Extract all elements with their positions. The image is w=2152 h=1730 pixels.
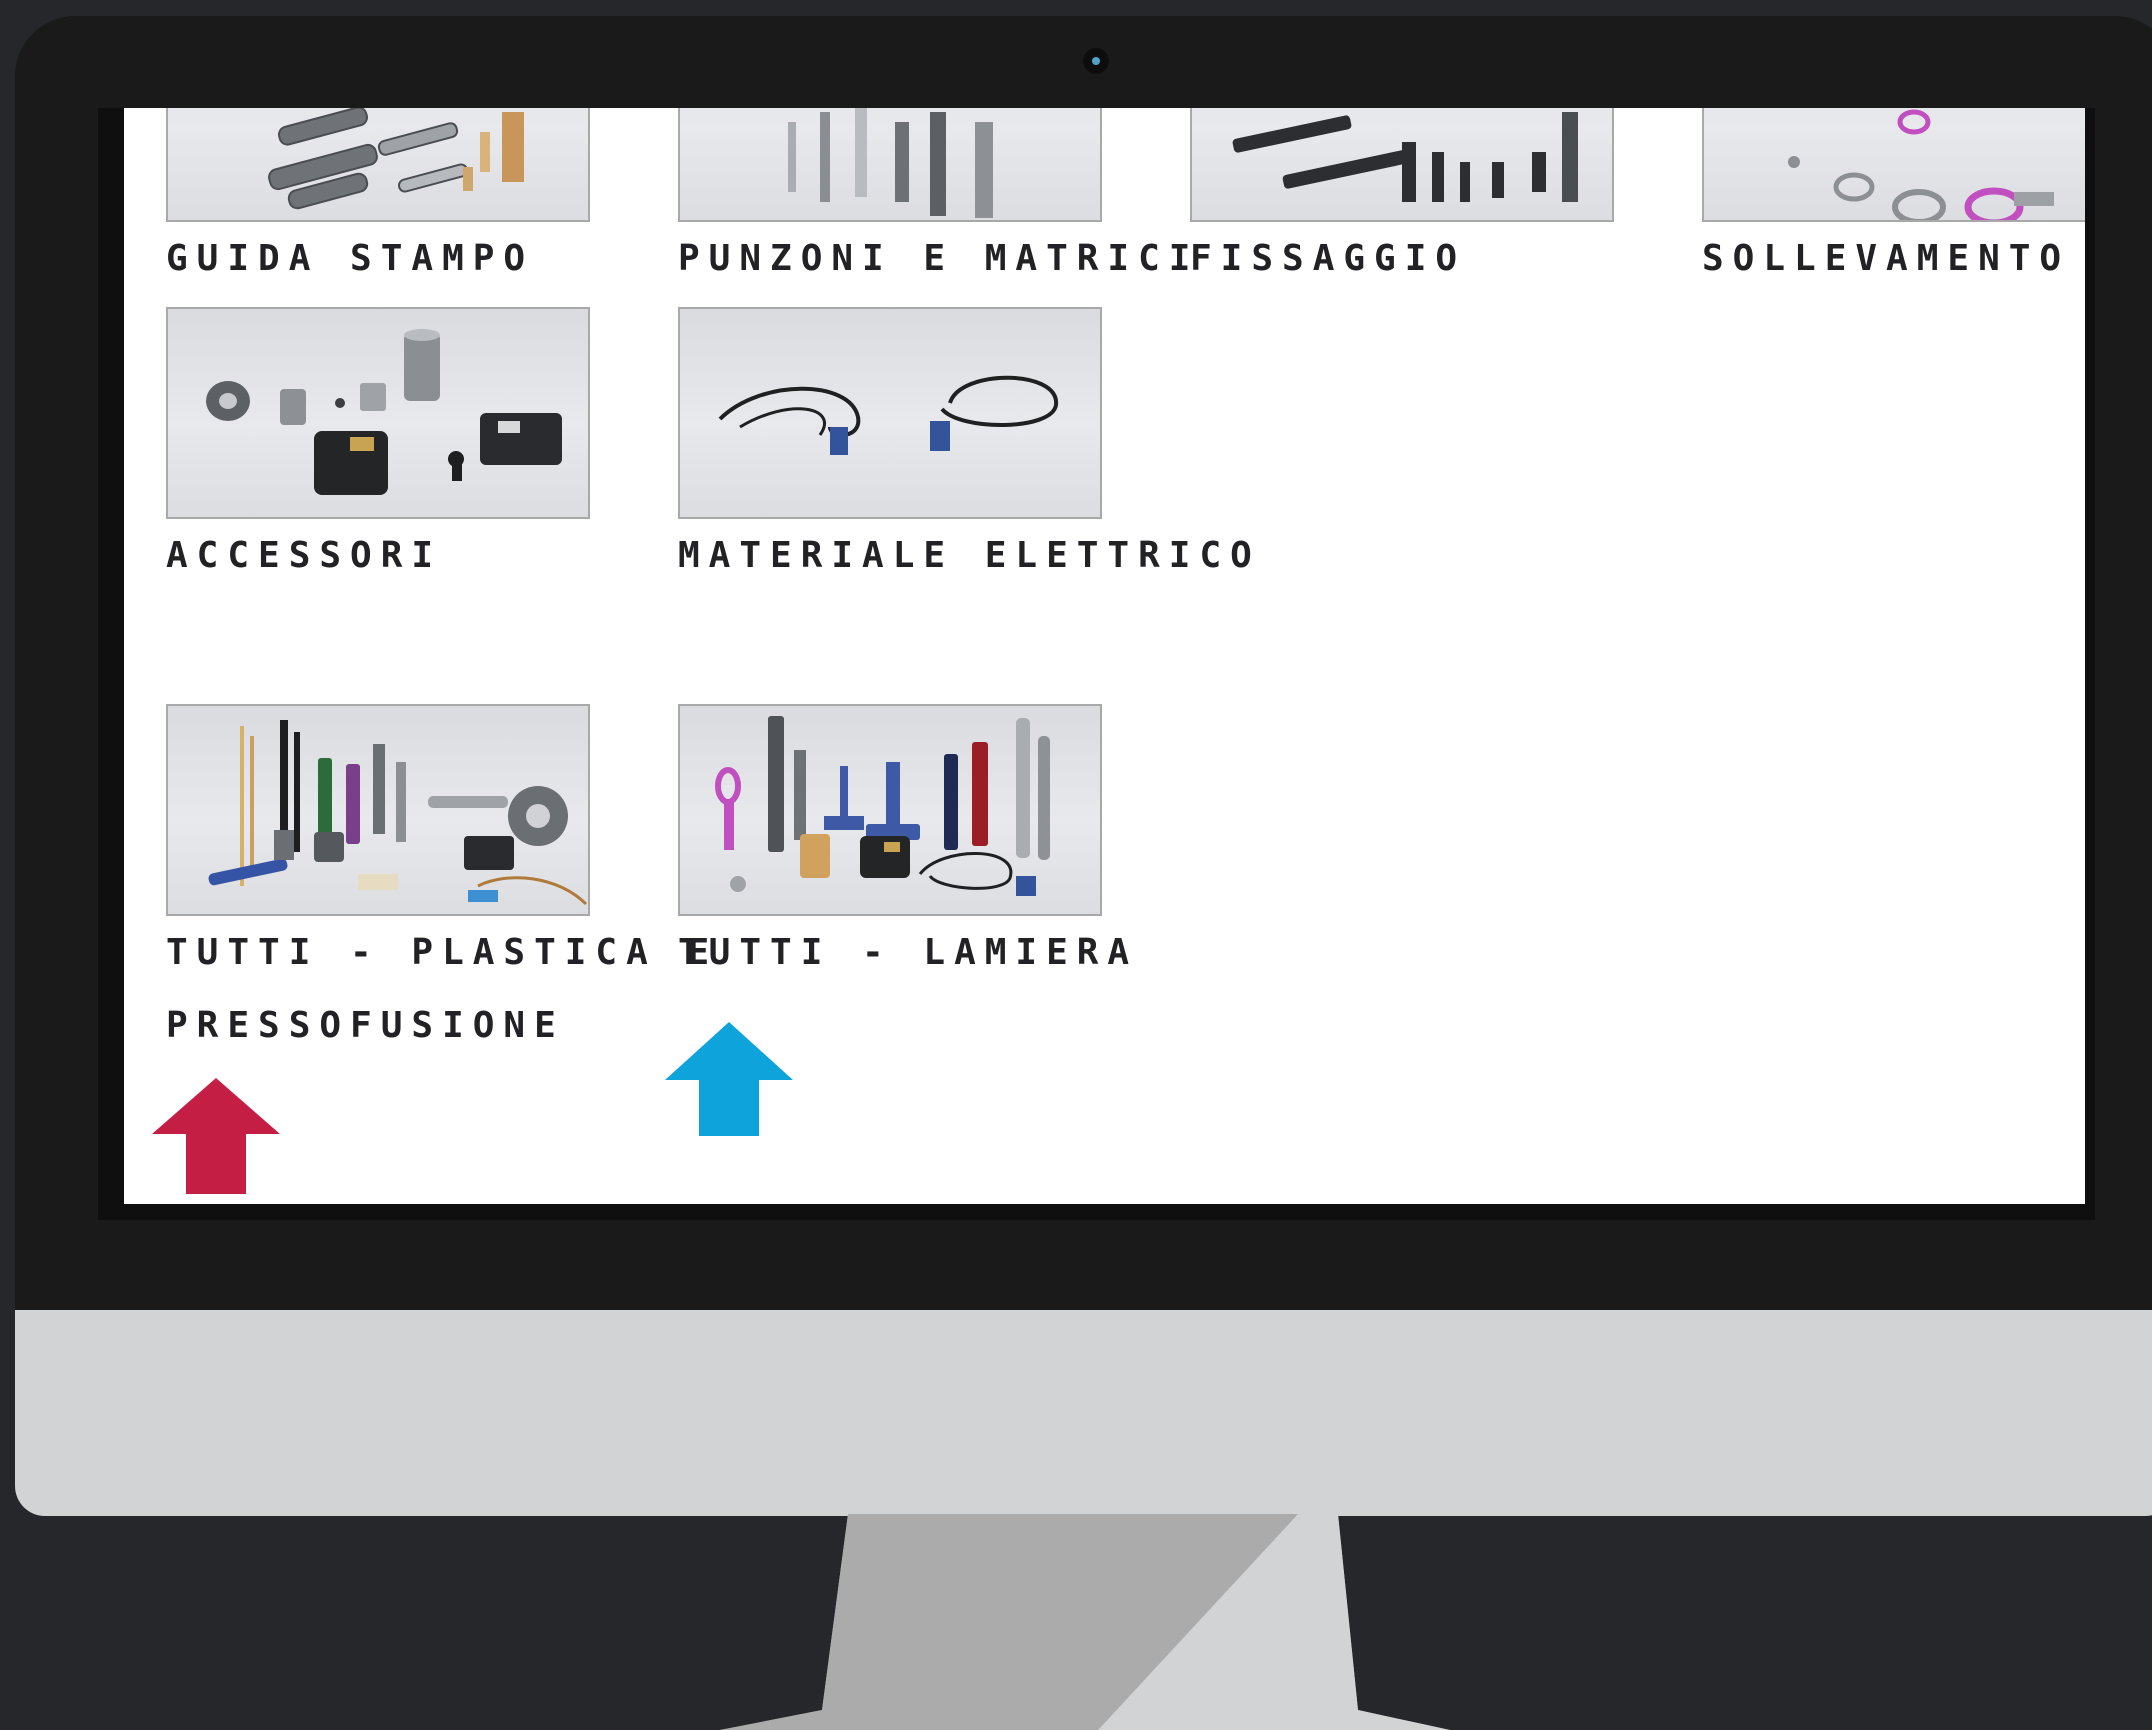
category-label[interactable]: SOLLEVAMENTO [1702, 222, 2070, 295]
category-label[interactable]: TUTTI - LAMIERA [678, 916, 1138, 989]
category-label[interactable]: MATERIALE ELETTRICO [678, 519, 1261, 592]
category-label[interactable]: GUIDA STAMPO [166, 222, 534, 295]
category-image-materiale-elettrico[interactable] [678, 307, 1102, 519]
category-label[interactable]: ACCESSORI [166, 519, 442, 592]
category-image-accessori[interactable] [166, 307, 590, 519]
website-screen: GUIDA STAMPO PUNZONI E MATRICI FISSAGGIO… [124, 108, 2085, 1204]
monitor-mockup: GUIDA STAMPO PUNZONI E MATRICI FISSAGGIO… [0, 0, 2152, 1730]
category-image-tutti-plastica[interactable] [166, 704, 590, 916]
category-image-guida-stampo[interactable] [166, 108, 590, 222]
arrow-up-icon [152, 1078, 280, 1194]
category-label-line-1[interactable]: TUTTI - PLASTICA E [166, 916, 718, 989]
category-image-tutti-lamiera[interactable] [678, 704, 1102, 916]
monitor-chin [15, 1310, 2152, 1516]
monitor-stand [720, 1514, 1450, 1730]
category-label-line-2[interactable]: PRESSOFUSIONE [166, 989, 565, 1062]
category-image-sollevamento[interactable] [1702, 108, 2085, 222]
category-label[interactable]: FISSAGGIO [1190, 222, 1466, 295]
arrow-up-icon [665, 1022, 793, 1136]
category-image-punzoni-e-matrici[interactable] [678, 108, 1102, 222]
category-image-fissaggio[interactable] [1190, 108, 1614, 222]
webcam-icon [1083, 48, 1109, 74]
category-label[interactable]: PUNZONI E MATRICI [678, 222, 1199, 295]
